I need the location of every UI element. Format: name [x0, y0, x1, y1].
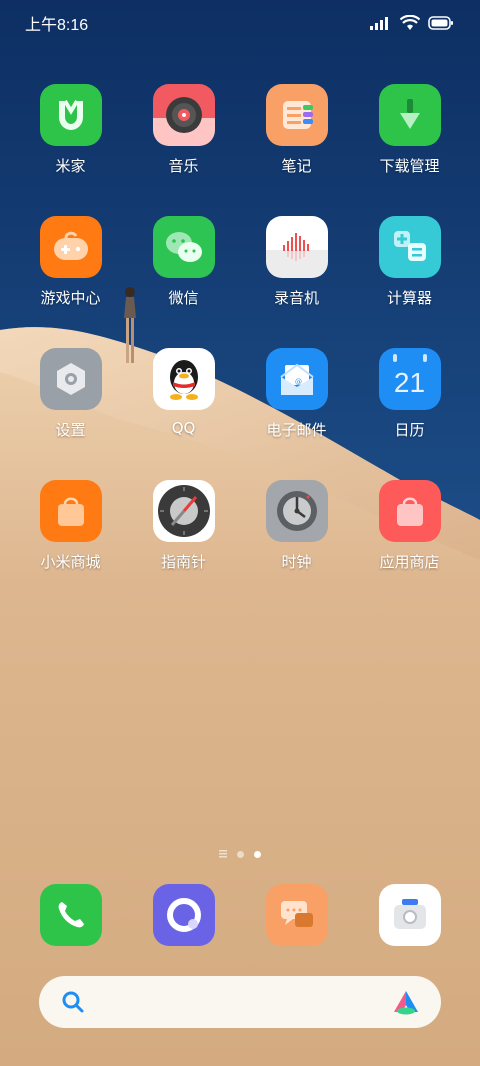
wifi-icon: [400, 15, 420, 30]
signal-icon: [370, 17, 388, 30]
dock-phone[interactable]: [14, 884, 127, 946]
game-center-icon[interactable]: [39, 216, 102, 278]
app-qq[interactable]: QQ: [127, 348, 240, 440]
app-compass[interactable]: 指南针: [127, 480, 240, 572]
app-label: 微信: [168, 289, 199, 307]
app-label: 日历: [394, 421, 425, 439]
status-time: 上午8:16: [25, 17, 89, 34]
calendar-ring: [422, 354, 427, 362]
mi-store-icon[interactable]: [39, 480, 102, 542]
app-label: 设置: [55, 421, 86, 439]
settings-icon[interactable]: [39, 348, 102, 410]
email-icon[interactable]: @: [265, 348, 328, 410]
app-label: 米家: [55, 157, 86, 175]
clock-icon[interactable]: [265, 480, 328, 542]
search-icon[interactable]: [61, 990, 85, 1014]
browser-icon[interactable]: [152, 884, 215, 946]
app-label: 录音机: [273, 289, 319, 307]
qq-icon[interactable]: [152, 348, 215, 410]
music-icon[interactable]: [152, 84, 215, 146]
dock-browser[interactable]: [127, 884, 240, 946]
app-wechat[interactable]: 微信: [127, 216, 240, 308]
download-icon[interactable]: [378, 84, 441, 146]
page-list-icon: [219, 850, 227, 858]
phone-icon[interactable]: [39, 884, 102, 946]
mijia-icon[interactable]: [39, 84, 102, 146]
page-indicator[interactable]: [0, 850, 480, 858]
app-email[interactable]: @ 电子邮件: [240, 348, 353, 440]
app-label: 下载管理: [379, 157, 440, 175]
search-bar[interactable]: [39, 976, 441, 1028]
app-notes[interactable]: 笔记: [240, 84, 353, 176]
app-grid: 米家 音乐 笔记 下载管理 游戏中心 微信 录音机 计算器 设置 QQ @ 电子…: [0, 84, 480, 572]
svg-text:@: @: [295, 378, 302, 386]
app-store-icon[interactable]: [378, 480, 441, 542]
dock: [0, 884, 480, 946]
dock-messages[interactable]: [240, 884, 353, 946]
app-label: 计算器: [386, 289, 432, 307]
app-label: 小米商城: [40, 553, 101, 571]
status-icons: [370, 15, 454, 31]
app-app-store[interactable]: 应用商店: [353, 480, 466, 572]
assistant-icon[interactable]: [391, 988, 421, 1016]
app-label: 游戏中心: [40, 289, 101, 307]
calculator-icon[interactable]: [378, 216, 441, 278]
status-bar: 上午8:16: [0, 0, 480, 46]
app-label: 指南针: [160, 553, 206, 571]
battery-icon: [428, 16, 453, 30]
app-label: 应用商店: [379, 553, 440, 571]
camera-icon[interactable]: [378, 884, 441, 946]
calendar-icon[interactable]: 21: [378, 348, 441, 410]
app-label: 音乐: [168, 157, 199, 175]
calendar-ring: [392, 354, 397, 362]
app-mijia[interactable]: 米家: [14, 84, 127, 176]
calendar-day: 21: [393, 367, 426, 398]
dock-camera[interactable]: [353, 884, 466, 946]
app-label: 笔记: [281, 157, 312, 175]
messages-icon[interactable]: [265, 884, 328, 946]
app-label: QQ: [171, 419, 196, 437]
page-dot: [237, 850, 244, 858]
app-label: 时钟: [281, 553, 312, 571]
compass-icon[interactable]: [152, 480, 215, 542]
app-game-center[interactable]: 游戏中心: [14, 216, 127, 308]
app-music[interactable]: 音乐: [127, 84, 240, 176]
page-dot-active: [254, 850, 261, 858]
recorder-icon[interactable]: [265, 216, 328, 278]
app-label: 电子邮件: [266, 421, 327, 439]
app-calculator[interactable]: 计算器: [353, 216, 466, 308]
app-download-manager[interactable]: 下载管理: [353, 84, 466, 176]
app-calendar[interactable]: 21 日历: [353, 348, 466, 440]
app-mi-store[interactable]: 小米商城: [14, 480, 127, 572]
app-clock[interactable]: 时钟: [240, 480, 353, 572]
wechat-icon[interactable]: [152, 216, 215, 278]
app-settings[interactable]: 设置: [14, 348, 127, 440]
app-recorder[interactable]: 录音机: [240, 216, 353, 308]
notes-icon[interactable]: [265, 84, 328, 146]
